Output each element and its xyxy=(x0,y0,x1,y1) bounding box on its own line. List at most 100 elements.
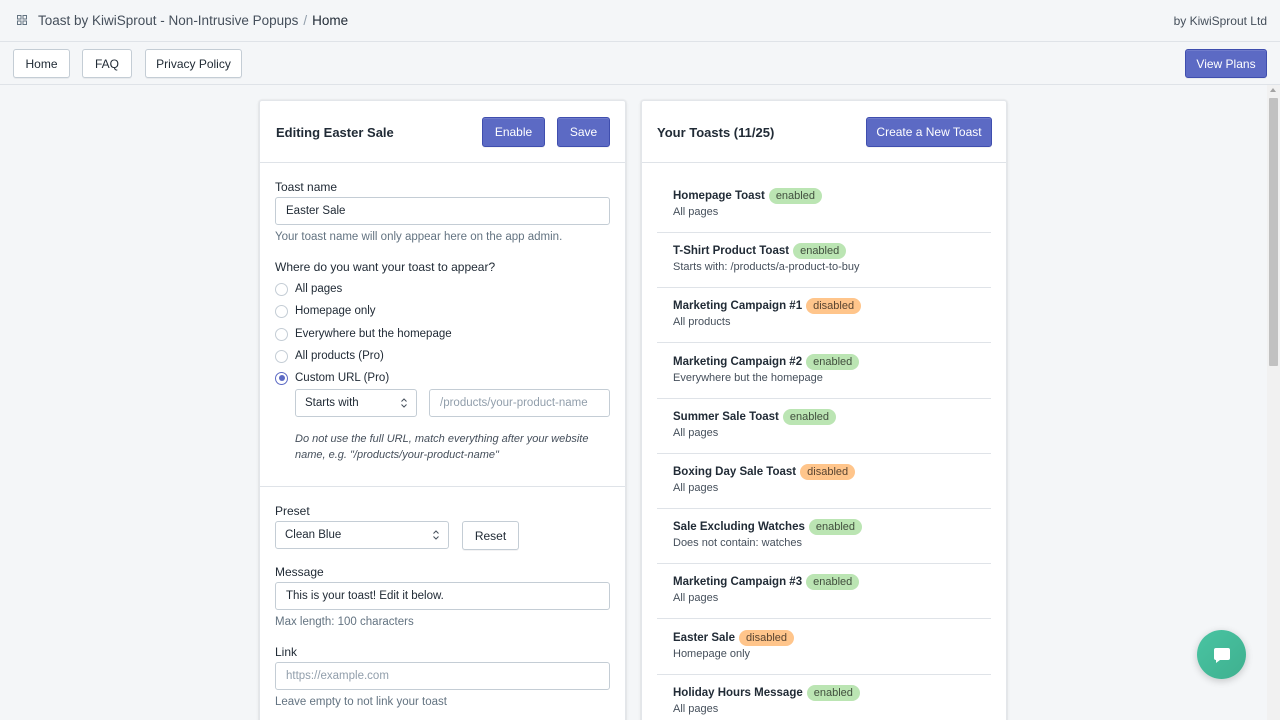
toast-list-item[interactable]: Marketing Campaign #2 enabled Everywhere b… xyxy=(657,344,991,399)
toast-name-text[interactable]: Marketing Campaign #3 xyxy=(673,576,802,588)
radio-label: Homepage only xyxy=(295,305,376,317)
toast-list-item[interactable]: Summer Sale Toast enabled All pages xyxy=(657,399,991,454)
toast-target: Does not contain: watches xyxy=(673,537,803,549)
select-arrows-icon xyxy=(433,530,439,540)
toast-list-item[interactable]: Marketing Campaign #3 enabled All pages xyxy=(657,564,991,619)
radio-label: Custom URL (Pro) xyxy=(295,372,390,384)
toast-name-text[interactable]: Summer Sale Toast xyxy=(673,411,779,423)
toast-name[interactable]: Holiday Hours Message enabled xyxy=(673,685,860,701)
status-badge: disabled xyxy=(800,464,856,480)
radio-homepage-only[interactable]: Homepage only xyxy=(275,303,376,319)
status-badge: enabled xyxy=(806,574,860,590)
scroll-up-arrow-icon[interactable] xyxy=(1270,88,1276,92)
status-badge: enabled xyxy=(768,188,822,204)
link-input[interactable] xyxy=(275,662,610,690)
breadcrumb: Toast by KiwiSprout - Non-Intrusive Popu… xyxy=(38,13,348,28)
radio-custom-url[interactable]: Custom URL (Pro) xyxy=(275,370,389,386)
link-help: Leave empty to not link your toast xyxy=(275,696,447,708)
reset-button[interactable]: Reset xyxy=(462,521,519,550)
toast-name-text[interactable]: Marketing Campaign #2 xyxy=(673,356,802,368)
toast-list-item[interactable]: Holiday Hours Message enabled All pages xyxy=(657,675,991,720)
toast-list-item[interactable]: Boxing Day Sale Toast disabled All pages xyxy=(657,454,991,509)
toast-name[interactable]: T-Shirt Product Toast enabled xyxy=(673,243,847,259)
nav-bar: Home FAQ Privacy Policy View Plans xyxy=(0,42,1280,85)
toast-name[interactable]: Easter Sale disabled xyxy=(673,630,794,646)
grid-icon[interactable] xyxy=(17,15,27,25)
preset-label: Preset xyxy=(275,504,310,518)
radio-circle[interactable] xyxy=(275,304,288,318)
radio-circle[interactable] xyxy=(275,349,288,363)
status-badge: enabled xyxy=(806,685,860,701)
toast-name-text[interactable]: Sale Excluding Watches xyxy=(673,521,805,533)
toast-target: All pages xyxy=(673,703,719,715)
match-type-value: Starts with xyxy=(305,397,359,409)
radio-all-pages[interactable]: All pages xyxy=(275,281,342,297)
status-badge: enabled xyxy=(808,519,863,535)
toast-name[interactable]: Homepage Toast enabled xyxy=(673,188,822,204)
toast-list-item[interactable]: Homepage Toast enabled All pages xyxy=(657,178,991,233)
top-bar: Toast by KiwiSprout - Non-Intrusive Popu… xyxy=(0,0,1280,42)
developer-byline: by KiwiSprout Ltd xyxy=(1173,14,1267,28)
toast-name-text[interactable]: Homepage Toast xyxy=(673,190,765,202)
toast-list-item[interactable]: Marketing Campaign #1 disabled All product… xyxy=(657,288,991,343)
home-button[interactable]: Home xyxy=(13,49,70,78)
toast-list-item[interactable]: Sale Excluding Watches enabled Does not co… xyxy=(657,509,991,564)
radio-circle-checked[interactable] xyxy=(275,371,288,385)
status-badge: enabled xyxy=(793,243,847,259)
location-label: Where do you want your toast to appear? xyxy=(275,260,496,274)
toast-target: Starts with: /products/a-product-to-buy xyxy=(673,261,860,273)
enable-button[interactable]: Enable xyxy=(482,117,545,147)
status-badge: disabled xyxy=(739,630,794,646)
create-toast-button[interactable]: Create a New Toast xyxy=(866,117,992,147)
toast-name-text[interactable]: Marketing Campaign #1 xyxy=(673,300,802,312)
radio-circle[interactable] xyxy=(275,282,288,296)
toast-target: All pages xyxy=(673,427,719,439)
toast-name-text[interactable]: Easter Sale xyxy=(673,632,735,644)
view-plans-button[interactable]: View Plans xyxy=(1185,49,1267,78)
toasts-title: Your Toasts (11/25) xyxy=(657,125,775,140)
divider xyxy=(260,162,625,163)
toast-name[interactable]: Marketing Campaign #3 enabled xyxy=(673,574,860,590)
save-button[interactable]: Save xyxy=(557,117,610,147)
toast-target: All pages xyxy=(673,592,719,604)
message-help: Max length: 100 characters xyxy=(275,616,414,628)
message-input[interactable] xyxy=(275,582,610,610)
toast-list-item[interactable]: T-Shirt Product Toast enabled Starts with:… xyxy=(657,233,991,288)
chat-bubble-icon xyxy=(1213,647,1230,663)
chat-button[interactable] xyxy=(1197,630,1246,679)
toast-target: Everywhere but the homepage xyxy=(673,372,823,384)
toast-name[interactable]: Boxing Day Sale Toast disabled xyxy=(673,464,856,480)
breadcrumb-app-name[interactable]: Toast by KiwiSprout - Non-Intrusive Popu… xyxy=(38,13,298,28)
preset-value: Clean Blue xyxy=(285,529,342,541)
radio-circle[interactable] xyxy=(275,327,288,341)
toast-name-text[interactable]: Holiday Hours Message xyxy=(673,687,803,699)
toast-name-text[interactable]: Boxing Day Sale Toast xyxy=(673,466,796,478)
radio-label: All pages xyxy=(295,283,343,295)
preset-select[interactable]: Clean Blue xyxy=(275,521,449,549)
radio-everywhere-but-homepage[interactable]: Everywhere but the homepage xyxy=(275,326,452,342)
toast-target: All pages xyxy=(673,206,719,218)
radio-all-products[interactable]: All products (Pro) xyxy=(275,348,384,364)
toast-target: All pages xyxy=(673,482,719,494)
toast-name[interactable]: Sale Excluding Watches enabled xyxy=(673,519,863,535)
privacy-policy-button[interactable]: Privacy Policy xyxy=(145,49,242,78)
radio-label: All products (Pro) xyxy=(295,350,384,362)
match-type-select[interactable]: Starts with xyxy=(295,389,417,417)
scrollbar-thumb[interactable] xyxy=(1269,98,1278,366)
toast-name-input[interactable] xyxy=(275,197,610,225)
status-badge: enabled xyxy=(782,409,837,425)
toast-target: Homepage only xyxy=(673,648,751,660)
toast-name[interactable]: Marketing Campaign #2 enabled xyxy=(673,354,860,370)
custom-url-input[interactable] xyxy=(429,389,610,417)
editor-title: Editing Easter Sale xyxy=(276,125,394,140)
scrollbar[interactable] xyxy=(1267,85,1280,720)
toast-list-item[interactable]: Easter Sale disabled Homepage only xyxy=(657,620,991,675)
faq-button[interactable]: FAQ xyxy=(82,49,132,78)
toast-name-help: Your toast name will only appear here on… xyxy=(275,231,563,243)
toast-name[interactable]: Summer Sale Toast enabled xyxy=(673,409,837,425)
toast-name[interactable]: Marketing Campaign #1 disabled xyxy=(673,298,862,314)
status-badge: disabled xyxy=(806,298,862,314)
divider xyxy=(642,162,1006,163)
toast-name-text[interactable]: T-Shirt Product Toast xyxy=(673,245,789,257)
toast-target: All products xyxy=(673,316,731,328)
